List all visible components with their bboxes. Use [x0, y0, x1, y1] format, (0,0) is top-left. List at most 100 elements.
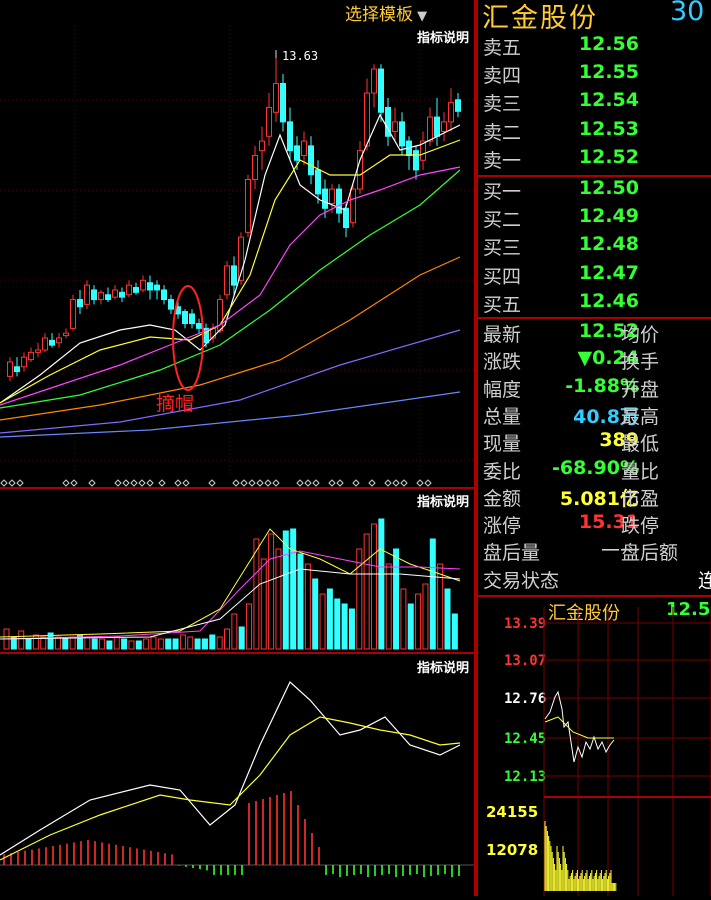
volume-bar [54, 636, 61, 650]
volume-bar [334, 598, 341, 650]
stat-1-label2: 换手 [621, 351, 660, 374]
volume-bar [135, 640, 142, 650]
signal-diamond [272, 479, 280, 487]
volume-bar [194, 638, 201, 650]
volume-bar [319, 593, 326, 650]
volume-chart-svg [0, 518, 461, 650]
volume-bar [113, 636, 120, 650]
mini-price-label: 13.07 [504, 653, 546, 669]
bid-2-label: 买二 [483, 209, 522, 232]
volume-bar [150, 636, 157, 650]
candle-body [35, 349, 41, 353]
volume-bar [348, 608, 355, 650]
volume-chart[interactable]: 指标说明 [0, 489, 474, 651]
bid-3-row: 买三 12.48 [478, 233, 711, 261]
candle-body [63, 332, 69, 337]
candle-body [126, 284, 132, 296]
volume-indicator-help-button[interactable]: 指标说明 [414, 491, 471, 510]
volume-bar [25, 638, 32, 650]
volume-bar [143, 638, 150, 650]
signal-diamond [8, 479, 16, 487]
candle-body [105, 294, 111, 301]
signal-diamond [0, 479, 8, 487]
candle-body [42, 337, 48, 351]
title-bar: 选择模板 ▼ 汇金股份 30 [340, 0, 711, 34]
macd-indicator-help-button[interactable]: 指标说明 [414, 657, 471, 676]
volume-bar [246, 603, 253, 650]
signal-diamond [256, 479, 264, 487]
candle-body [273, 82, 279, 113]
signal-diamond [138, 479, 146, 487]
volume-bar [224, 628, 230, 650]
ask-4-label: 卖四 [483, 65, 522, 88]
volume-bar [209, 634, 216, 650]
bid-2-row: 买二 12.49 [478, 205, 711, 233]
candle-body [98, 291, 104, 301]
candle-body [329, 188, 335, 205]
ask-4-row: 卖四 12.55 [478, 61, 711, 89]
signal-diamond [368, 479, 376, 487]
volume-bar [290, 528, 297, 650]
stat-5-label2: 量比 [621, 460, 660, 483]
divider [0, 652, 474, 654]
volume-bar [84, 636, 91, 650]
stat-1-label: 涨跌 [483, 351, 522, 374]
volume-bar [444, 588, 451, 650]
bid-5-label: 买五 [483, 293, 522, 316]
stat-4-label: 现量 [483, 433, 522, 456]
candle-body [448, 102, 454, 123]
stat-5-label: 委比 [483, 460, 522, 483]
stat-1-row: 涨跌 ▼0.24 换手 [478, 347, 711, 375]
signal-diamond [384, 479, 392, 487]
candle-body [315, 169, 321, 195]
ma250-line [0, 391, 461, 438]
volume-bar [400, 588, 407, 650]
ask-3-row: 卖三 12.54 [478, 89, 711, 117]
signal-diamond [88, 479, 96, 487]
candle-body [266, 106, 272, 137]
candle-body [308, 145, 314, 176]
bid-4-value: 12.47 [578, 261, 639, 284]
candle-body [91, 289, 97, 301]
candle-body [434, 116, 440, 137]
candle-body [154, 284, 160, 291]
stat-3-label: 总量 [483, 405, 522, 428]
volume-bar [157, 638, 164, 650]
dropdown-arrow-icon: ▼ [413, 9, 428, 24]
volume-bar [282, 530, 289, 650]
candle-body [168, 299, 174, 310]
volume-bar [121, 638, 128, 650]
volume-bar [91, 638, 98, 650]
candle-body [322, 188, 328, 209]
volume-bar [216, 636, 223, 650]
signal-diamond [416, 479, 424, 487]
candle-body [336, 188, 342, 214]
bid-4-row: 买四 12.47 [478, 262, 711, 290]
signal-diamond [114, 479, 122, 487]
signal-diamond [424, 479, 432, 487]
intraday-mini-chart[interactable]: 汇金股份 12.52 13.3913.0712.7612.4512.132415… [478, 597, 711, 896]
signal-diamond [182, 479, 190, 487]
candle-body [133, 287, 139, 293]
candle-body [196, 323, 202, 329]
bid-4-label: 买四 [483, 265, 522, 288]
candle-body [245, 178, 251, 233]
candle-body [301, 140, 307, 156]
ask-3-label: 卖三 [483, 93, 522, 116]
bid-1-row: 买一 12.50 [478, 177, 711, 205]
volume-bar [422, 583, 429, 650]
volume-bar [415, 593, 422, 650]
kline-chart[interactable]: 13.63 摘帽 指标说明 [0, 25, 474, 487]
template-select[interactable]: 选择模板 ▼ [345, 0, 427, 25]
bid-3-value: 12.48 [578, 233, 639, 256]
candle-body [84, 284, 90, 305]
indicator-help-button[interactable]: 指标说明 [414, 27, 471, 46]
bid-5-value: 12.46 [578, 289, 639, 312]
signal-diamond [264, 479, 272, 487]
volume-bar [187, 636, 194, 650]
volume-bar [106, 640, 113, 650]
stat-6-label2: 市盈 [621, 487, 660, 510]
bid-5-row: 买五 12.46 [478, 290, 711, 318]
signal-diamond [62, 479, 70, 487]
macd-chart[interactable]: 指标说明 [0, 655, 474, 896]
